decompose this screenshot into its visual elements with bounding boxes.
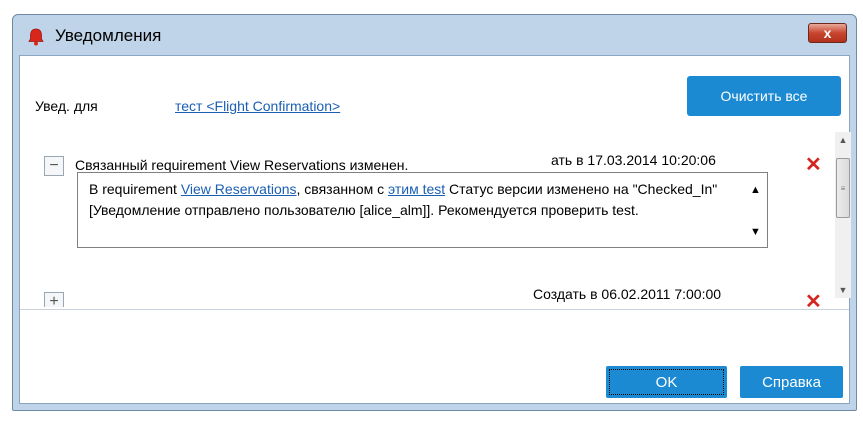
scroll-up-icon[interactable]: ▲ <box>835 132 851 148</box>
test-link[interactable]: этим test <box>388 181 445 197</box>
requirement-link[interactable]: View Reservations <box>181 181 297 197</box>
collapse-toggle[interactable]: − <box>44 156 64 176</box>
notification-detail-text: В requirement View Reservations, связанн… <box>89 179 729 221</box>
delete-notification-icon[interactable]: ✕ <box>805 152 822 177</box>
clear-all-button[interactable]: Очистить все <box>687 76 841 116</box>
notification-list: − Связанный requirement View Reservation… <box>20 132 830 307</box>
detail-text-middle: , связанном с <box>296 181 389 197</box>
notify-for-link[interactable]: тест <Flight Confirmation> <box>175 98 340 114</box>
notification-detail: В requirement View Reservations, связанн… <box>77 172 768 248</box>
bell-icon <box>28 28 44 46</box>
notifications-dialog: Уведомления x Увед. для тест <Flight Con… <box>12 14 857 411</box>
title-bar: Уведомления x <box>13 15 856 55</box>
list-scrollbar[interactable]: ▲ ≡ ▼ <box>835 132 851 298</box>
dialog-body: Увед. для тест <Flight Confirmation> Очи… <box>19 55 851 404</box>
notify-for-label: Увед. для <box>35 98 98 114</box>
expand-toggle[interactable]: + <box>44 292 64 307</box>
delete-notification-icon[interactable]: ✕ <box>805 289 822 307</box>
close-icon: x <box>823 25 832 41</box>
scroll-thumb[interactable]: ≡ <box>836 158 850 218</box>
notification-date: Создать в 06.02.2011 7:00:00 <box>533 286 722 302</box>
notification-date: ать в 17.03.2014 10:20:06 <box>551 152 716 168</box>
ok-button[interactable]: OK <box>606 366 727 398</box>
window-title: Уведомления <box>55 26 162 45</box>
detail-text-prefix: В requirement <box>89 181 181 197</box>
scroll-up-icon[interactable]: ▲ <box>746 181 765 199</box>
detail-scrollbar[interactable]: ▲ ▼ <box>743 173 767 247</box>
scroll-down-icon[interactable]: ▼ <box>835 282 851 298</box>
notification-title: Связанный requirement View Reservations … <box>75 157 409 173</box>
scroll-down-icon[interactable]: ▼ <box>746 223 765 241</box>
close-button[interactable]: x <box>808 23 847 43</box>
help-button[interactable]: Справка <box>740 366 843 398</box>
footer-divider <box>20 309 849 310</box>
